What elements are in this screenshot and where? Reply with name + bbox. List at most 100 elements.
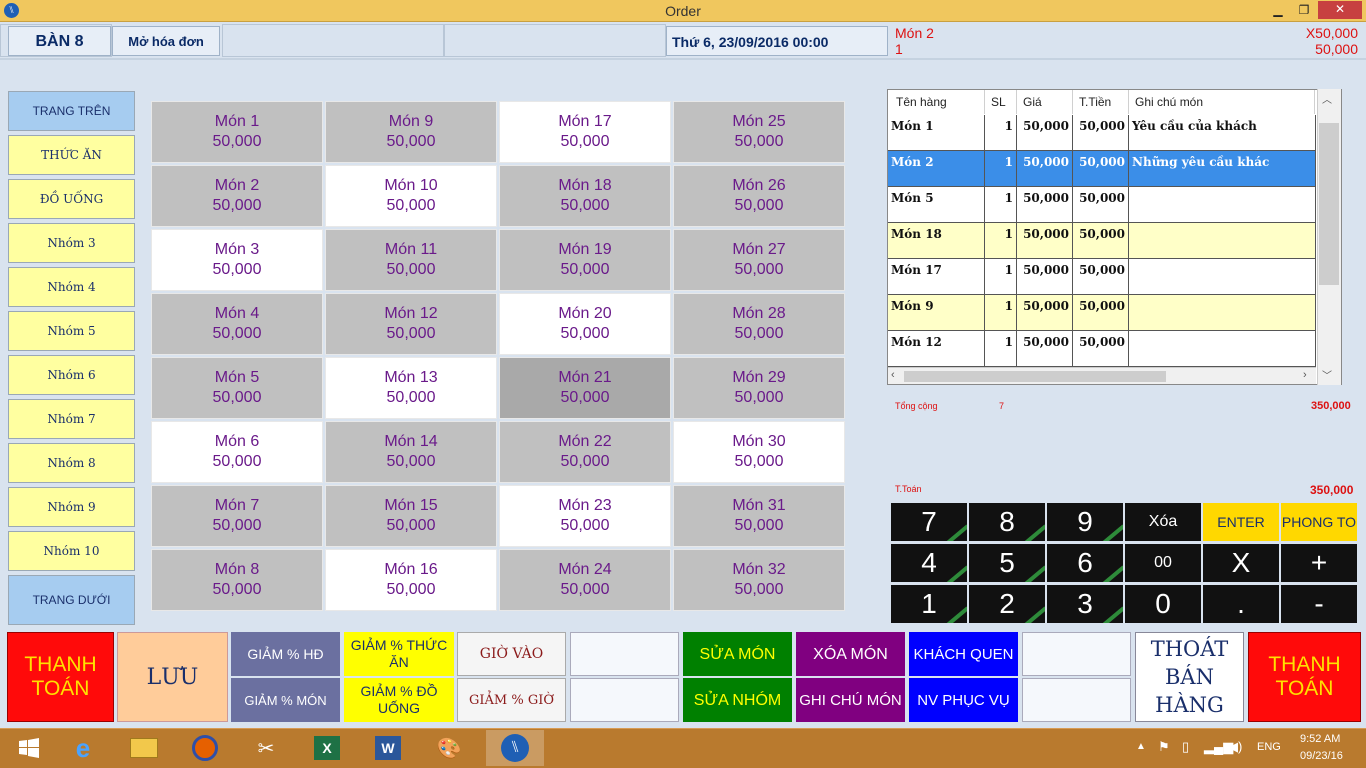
pay-button-right[interactable]: THANH TOÁN [1248,632,1361,722]
order-row[interactable]: Món 1 1 50,000 50,000 Yêu cầu của khách [888,115,1316,151]
group-8[interactable]: Nhóm 8 [8,443,135,483]
key-4[interactable]: 4 [891,544,967,582]
delete-item-button[interactable]: XÓA MÓN [796,632,905,676]
discount-drink-button[interactable]: GIẢM % ĐỒ UỐNG [344,678,454,722]
menu-item[interactable]: Món 27 50,000 [673,229,845,291]
discount-item-button[interactable]: GIẢM % MÓN [231,678,340,722]
order-row[interactable]: Món 2 1 50,000 50,000 Những yêu cầu khác [888,151,1316,187]
time-in-button[interactable]: GIỜ VÀO [457,632,566,676]
menu-item[interactable]: Món 31 50,000 [673,485,845,547]
key-multiply[interactable]: X [1203,544,1279,582]
key-1[interactable]: 1 [891,585,967,623]
volume-icon[interactable]: ◀) [1228,739,1242,755]
menu-item[interactable]: Món 25 50,000 [673,101,845,163]
pos-app-icon[interactable]: ⑊ [486,730,544,766]
group-7[interactable]: Nhóm 7 [8,399,135,439]
key-0[interactable]: 0 [1125,585,1201,623]
word-icon[interactable]: W [359,730,417,766]
menu-item[interactable]: Món 11 50,000 [325,229,497,291]
close-button[interactable]: ✕ [1318,1,1362,19]
menu-item[interactable]: Món 9 50,000 [325,101,497,163]
menu-item[interactable]: Món 30 50,000 [673,421,845,483]
menu-item[interactable]: Món 7 50,000 [151,485,323,547]
scroll-left-icon[interactable]: ‹ [891,369,895,381]
group-10[interactable]: Nhóm 10 [8,531,135,571]
group-6[interactable]: Nhóm 6 [8,355,135,395]
discount-hour-button[interactable]: GIẢM % GIỜ [457,678,566,722]
maximize-button[interactable]: ❐ [1292,2,1316,18]
group-5[interactable]: Nhóm 5 [8,311,135,351]
key-enter[interactable]: ENTER [1203,503,1279,541]
menu-item[interactable]: Món 12 50,000 [325,293,497,355]
empty-button-2[interactable] [570,678,679,722]
key-plus[interactable]: + [1281,544,1357,582]
vertical-scrollbar[interactable]: ︿ ﹀ [1317,89,1341,385]
firefox-icon[interactable] [176,730,234,766]
waiter-button[interactable]: NV PHỤC VỤ [909,678,1018,722]
menu-item[interactable]: Món 8 50,000 [151,549,323,611]
order-row[interactable]: Món 17 1 50,000 50,000 [888,259,1316,295]
battery-icon[interactable]: ▯ [1182,739,1189,755]
menu-item[interactable]: Món 2 50,000 [151,165,323,227]
menu-item[interactable]: Món 28 50,000 [673,293,845,355]
menu-item[interactable]: Món 32 50,000 [673,549,845,611]
scrollbar-thumb[interactable] [1319,123,1339,285]
key-6[interactable]: 6 [1047,544,1123,582]
clock-time[interactable]: 9:52 AM [1300,733,1340,745]
discount-invoice-button[interactable]: GIẢM % HĐ [231,632,340,676]
menu-item[interactable]: Món 5 50,000 [151,357,323,419]
page-up-button[interactable]: TRANG TRÊN [8,91,135,131]
menu-item[interactable]: Món 18 50,000 [499,165,671,227]
menu-item[interactable]: Món 21 50,000 [499,357,671,419]
exit-sales-button[interactable]: THOÁT BÁN HÀNG [1135,632,1244,722]
key-00[interactable]: 00 [1125,544,1201,582]
tools-icon[interactable]: ✂ [237,730,295,766]
order-row[interactable]: Món 5 1 50,000 50,000 [888,187,1316,223]
menu-item[interactable]: Món 29 50,000 [673,357,845,419]
menu-item[interactable]: Món 10 50,000 [325,165,497,227]
menu-item[interactable]: Món 6 50,000 [151,421,323,483]
menu-item[interactable]: Món 14 50,000 [325,421,497,483]
scroll-right-icon[interactable]: › [1303,369,1307,381]
empty-button-3[interactable] [1022,632,1131,676]
key-zoom[interactable]: PHONG TO [1281,503,1357,541]
excel-icon[interactable]: X [298,730,356,766]
key-9[interactable]: 9 [1047,503,1123,541]
pay-button-left[interactable]: THANH TOÁN [7,632,114,722]
key-8[interactable]: 8 [969,503,1045,541]
key-3[interactable]: 3 [1047,585,1123,623]
key-5[interactable]: 5 [969,544,1045,582]
order-row[interactable]: Món 18 1 50,000 50,000 [888,223,1316,259]
group-3[interactable]: Nhóm 3 [8,223,135,263]
key-delete[interactable]: Xóa [1125,503,1201,541]
menu-item[interactable]: Món 22 50,000 [499,421,671,483]
discount-food-button[interactable]: GIẢM % THỨC ĂN [344,632,454,676]
menu-item[interactable]: Món 15 50,000 [325,485,497,547]
key-dot[interactable]: . [1203,585,1279,623]
menu-item[interactable]: Món 16 50,000 [325,549,497,611]
menu-item[interactable]: Món 4 50,000 [151,293,323,355]
tray-flag-icon[interactable]: ⚑ [1158,739,1170,755]
order-row[interactable]: Món 12 1 50,000 50,000 [888,331,1316,367]
edit-group-button[interactable]: SỬA NHÓM [683,678,792,722]
menu-item[interactable]: Món 1 50,000 [151,101,323,163]
menu-item[interactable]: Món 26 50,000 [673,165,845,227]
menu-item[interactable]: Món 24 50,000 [499,549,671,611]
menu-item[interactable]: Món 3 50,000 [151,229,323,291]
tray-arrow-icon[interactable]: ▲ [1136,741,1146,752]
h-scrollbar-thumb[interactable] [904,371,1166,382]
key-minus[interactable]: - [1281,585,1357,623]
edit-item-button[interactable]: SỬA MÓN [683,632,792,676]
key-2[interactable]: 2 [969,585,1045,623]
menu-item[interactable]: Món 17 50,000 [499,101,671,163]
paint-icon[interactable]: 🎨 [420,730,478,766]
note-item-button[interactable]: GHI CHÚ MÓN [796,678,905,722]
menu-item[interactable]: Món 13 50,000 [325,357,497,419]
scroll-up-icon[interactable]: ︿ [1322,91,1332,106]
clock-date[interactable]: 09/23/16 [1300,750,1343,762]
menu-item[interactable]: Món 23 50,000 [499,485,671,547]
key-7[interactable]: 7 [891,503,967,541]
order-row[interactable]: Món 9 1 50,000 50,000 [888,295,1316,331]
scroll-down-icon[interactable]: ﹀ [1322,367,1332,382]
page-down-button[interactable]: TRANG DƯỚI [8,575,135,625]
